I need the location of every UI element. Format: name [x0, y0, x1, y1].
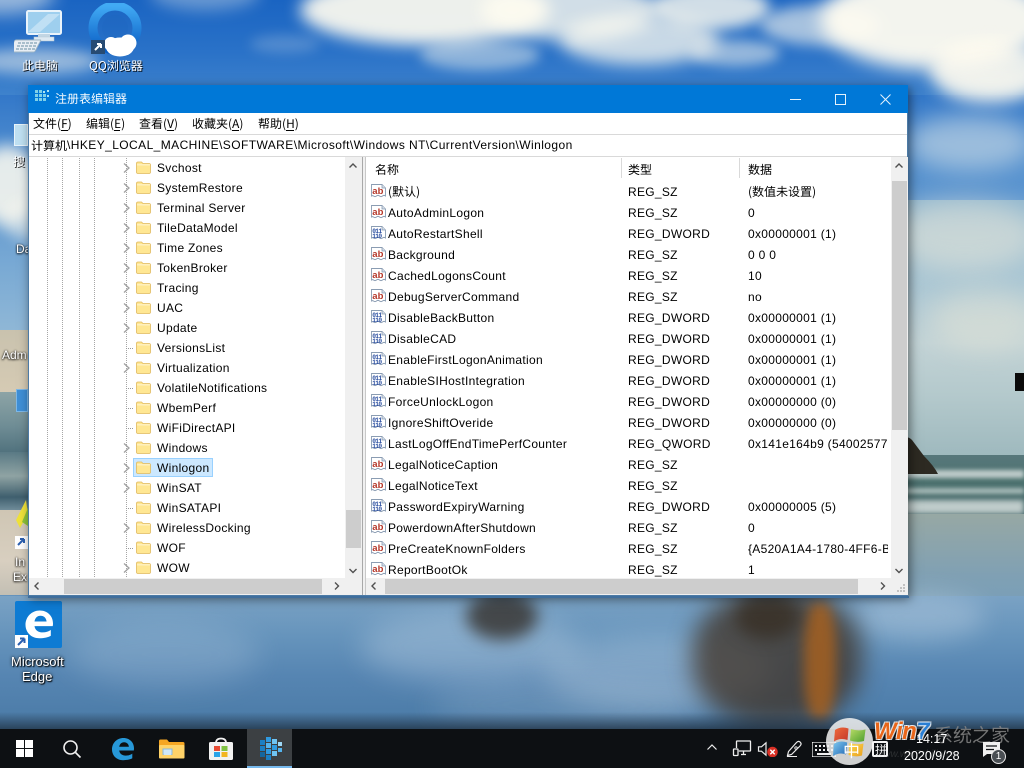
svg-text:ab: ab — [372, 564, 383, 575]
svg-text:ab: ab — [372, 522, 383, 533]
svg-text:110: 110 — [372, 380, 382, 387]
svg-text:110: 110 — [372, 422, 382, 429]
svg-text:110: 110 — [372, 506, 382, 513]
svg-text:110: 110 — [372, 443, 382, 450]
svg-text:ab: ab — [372, 207, 383, 218]
svg-text:ab: ab — [372, 291, 383, 302]
svg-text:ab: ab — [372, 459, 383, 470]
svg-text:ab: ab — [372, 543, 383, 554]
svg-text:110: 110 — [372, 233, 382, 240]
svg-text:ab: ab — [372, 480, 383, 491]
svg-text:110: 110 — [372, 401, 382, 408]
svg-text:ab: ab — [372, 249, 383, 260]
svg-text:110: 110 — [372, 338, 382, 345]
svg-text:ab: ab — [372, 186, 383, 197]
svg-text:110: 110 — [372, 317, 382, 324]
svg-text:110: 110 — [372, 359, 382, 366]
svg-text:ab: ab — [372, 270, 383, 281]
